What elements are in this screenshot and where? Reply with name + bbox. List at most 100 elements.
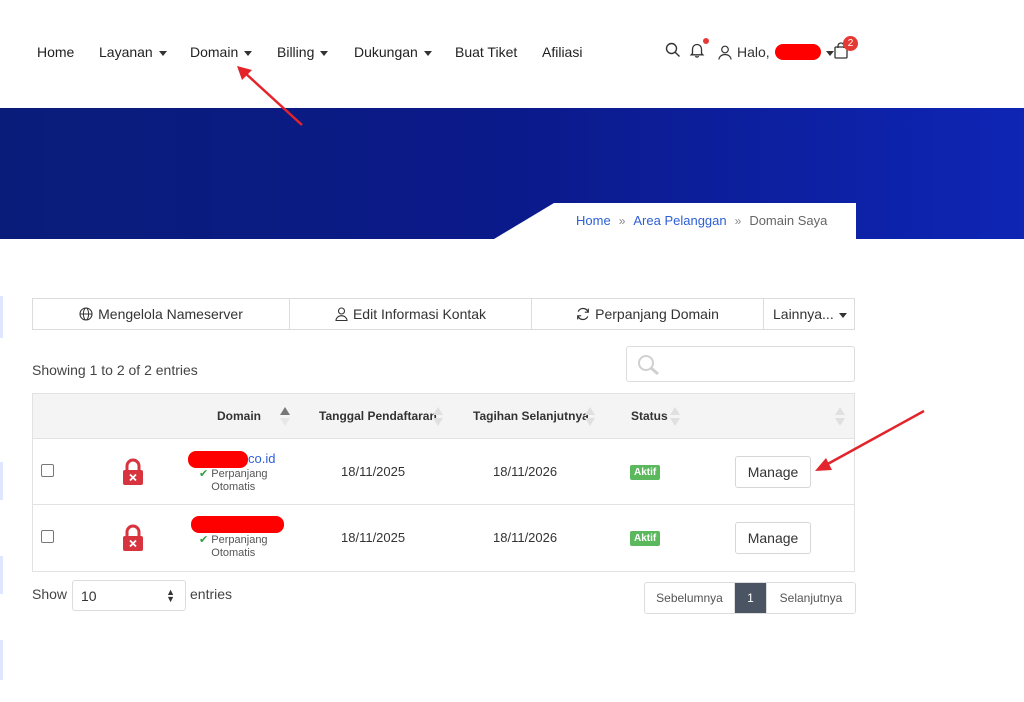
page-length-select[interactable]: 10 ▲ ▼ [72,580,186,611]
nav-domain-label: Domain [190,44,239,60]
globe-icon [79,307,93,321]
user-greeting: Halo, [737,44,770,60]
breadcrumb-current: Domain Saya [749,213,828,228]
manage-nameserver-button[interactable]: Mengelola Nameserver [33,299,290,329]
domain-name[interactable] [191,516,284,534]
nav-billing-label: Billing [277,44,315,60]
show-label: Show [32,586,68,602]
nav-buat-tiket[interactable]: Buat Tiket [455,44,517,60]
search-icon[interactable] [665,42,681,63]
nav-layanan[interactable]: Layanan [99,44,167,60]
nav-buat-tiket-label: Buat Tiket [455,44,518,60]
table-info: Showing 1 to 2 of 2 entries [32,362,198,378]
table-row: ✔ Perpanjang Otomatis 18/11/2025 18/11/2… [33,505,854,571]
nav-afiliasi[interactable]: Afiliasi [542,44,582,60]
breadcrumb: Home » Area Pelanggan » Domain Saya [576,213,827,228]
caret-down-icon [244,50,253,56]
user-icon [335,307,348,321]
caret-down-icon [158,50,167,56]
bell-icon[interactable] [689,38,709,63]
registered-date: 18/11/2025 [341,530,406,545]
sidebar-edge [0,556,3,594]
top-navbar: Home Layanan Domain Billing Dukungan Bua… [0,0,1024,108]
refresh-icon [577,307,590,321]
redacted-domain [191,516,284,534]
pagination-prev[interactable]: Sebelumnya [645,583,735,613]
more-actions-dropdown[interactable]: Lainnya... [764,299,854,329]
column-header-next-due[interactable]: Tagihan Selanjutnya [473,409,589,423]
check-icon: ✔ [199,468,209,480]
entries-label: entries [190,586,233,602]
sidebar-edge [0,296,3,338]
search-icon [638,355,659,376]
manage-button[interactable]: Manage [735,456,811,488]
pagination-next[interactable]: Selanjutnya [767,583,855,613]
table-header-row: Domain Tanggal Pendaftaran Tagihan Selan… [33,394,854,439]
nav-home[interactable]: Home [37,44,74,60]
breadcrumb-home[interactable]: Home [576,213,611,228]
edit-contact-button[interactable]: Edit Informasi Kontak [290,299,532,329]
redacted-domain [188,451,248,469]
user-icon [718,45,732,60]
status-badge: Aktif [630,531,661,546]
nav-billing[interactable]: Billing [277,44,329,60]
next-due-date: 18/11/2026 [493,530,558,545]
breadcrumb-tab-corner [844,203,856,239]
user-menu[interactable]: Halo, [718,44,834,60]
page-length-value: 10 [81,587,97,604]
lock-icon [123,524,143,551]
redacted-username [774,44,821,60]
sort-icon[interactable] [585,404,595,428]
sort-icon[interactable] [670,404,680,428]
manage-nameserver-label: Mengelola Nameserver [98,306,243,322]
registered-date: 18/11/2025 [341,464,406,479]
column-header-registered[interactable]: Tanggal Pendaftaran [319,409,437,423]
nav-home-label: Home [37,44,75,60]
nav-afiliasi-label: Afiliasi [542,44,583,60]
sort-icon[interactable] [433,404,443,428]
renew-domain-button[interactable]: Perpanjang Domain [532,299,764,329]
table-row: co.id ✔ Perpanjang Otomatis 18/11/2025 1… [33,439,854,505]
caret-down-icon [320,50,329,56]
manage-button[interactable]: Manage [735,522,811,554]
column-header-status[interactable]: Status [631,409,668,423]
auto-renew-label-1: Perpanjang [211,534,268,546]
sort-icon[interactable] [835,404,845,428]
domain-name[interactable]: co.id [188,451,275,469]
domains-table: Domain Tanggal Pendaftaran Tagihan Selan… [32,393,855,572]
auto-renew-label-2: Otomatis [211,547,256,559]
pagination-page[interactable]: 1 [735,583,767,613]
nav-dukungan-label: Dukungan [354,44,418,60]
table-search-input[interactable] [626,346,855,382]
sidebar-edge [0,462,3,500]
domain-action-toolbar: Mengelola Nameserver Edit Informasi Kont… [32,298,855,330]
breadcrumb-separator: » [618,213,626,228]
auto-renew-note: ✔ Perpanjang Otomatis [199,468,268,494]
nav-domain[interactable]: Domain [190,44,253,60]
page-hero-banner [0,108,1024,239]
nav-dukungan[interactable]: Dukungan [354,44,432,60]
status-badge: Aktif [630,465,661,480]
notification-dot [703,38,709,44]
auto-renew-note: ✔ Perpanjang Otomatis [199,534,268,560]
domain-suffix[interactable]: co.id [248,451,275,466]
row-checkbox[interactable] [41,464,54,477]
cart-icon[interactable]: 2 [833,36,858,64]
more-actions-label: Lainnya... [773,306,834,322]
next-due-date: 18/11/2026 [493,464,558,479]
auto-renew-label-2: Otomatis [211,481,256,493]
nav-layanan-label: Layanan [99,44,153,60]
check-icon: ✔ [199,534,209,546]
caret-down-icon [423,50,432,56]
breadcrumb-client-area[interactable]: Area Pelanggan [633,213,726,228]
edit-contact-label: Edit Informasi Kontak [352,306,487,322]
select-arrows-icon: ▲ ▼ [166,587,175,604]
cart-count-badge: 2 [843,36,858,51]
breadcrumb-separator: » [734,213,742,228]
auto-renew-label-1: Perpanjang [211,468,268,480]
sort-asc-icon[interactable] [280,404,290,428]
lock-icon [123,458,143,485]
row-checkbox[interactable] [41,530,54,543]
renew-domain-label: Perpanjang Domain [595,306,719,322]
column-header-domain[interactable]: Domain [217,409,261,423]
